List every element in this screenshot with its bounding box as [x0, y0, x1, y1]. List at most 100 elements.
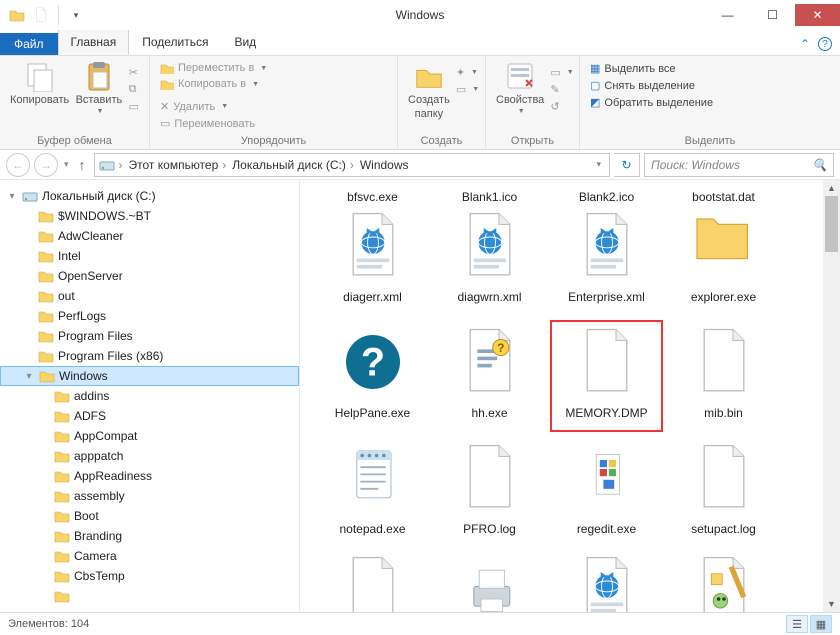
- tree-item[interactable]: AdwCleaner: [0, 226, 299, 246]
- recent-dropdown-icon[interactable]: ▾: [62, 159, 71, 170]
- tree-item[interactable]: Camera: [0, 546, 299, 566]
- file-item[interactable]: [548, 550, 665, 612]
- tree-item[interactable]: AppCompat: [0, 426, 299, 446]
- tree-item[interactable]: PerfLogs: [0, 306, 299, 326]
- delete-button[interactable]: ✕Удалить▼: [160, 98, 270, 115]
- file-item[interactable]: setupact.log: [665, 434, 782, 550]
- tree-item[interactable]: ADFS: [0, 406, 299, 426]
- tree-item[interactable]: OpenServer: [0, 266, 299, 286]
- maximize-button[interactable]: ☐: [750, 4, 795, 26]
- tree-item[interactable]: ▾Windows: [0, 366, 299, 386]
- forward-button[interactable]: →: [34, 153, 58, 177]
- copy-to-button[interactable]: Копировать в▼: [160, 76, 280, 92]
- file-item[interactable]: [314, 550, 431, 612]
- rename-label: Переименовать: [174, 118, 255, 130]
- select-none-button[interactable]: ▢Снять выделение: [590, 77, 713, 94]
- file-grid[interactable]: bfsvc.exeBlank1.icoBlank2.icobootstat.da…: [300, 180, 840, 612]
- tree-item[interactable]: apppatch: [0, 446, 299, 466]
- tree-item[interactable]: Boot: [0, 506, 299, 526]
- rename-button[interactable]: ▭Переименовать: [160, 115, 270, 132]
- file-item[interactable]: mib.bin: [665, 318, 782, 434]
- file-item[interactable]: diagerr.xml: [314, 202, 431, 318]
- close-button[interactable]: ✕: [795, 4, 840, 26]
- file-item[interactable]: notepad.exe: [314, 434, 431, 550]
- help-icon[interactable]: ?: [818, 37, 832, 51]
- move-to-button[interactable]: Переместить в▼: [160, 60, 280, 76]
- tree-item[interactable]: CbsTemp: [0, 566, 299, 586]
- back-button[interactable]: ←: [6, 153, 30, 177]
- tree-item[interactable]: addins: [0, 386, 299, 406]
- tab-home[interactable]: Главная: [58, 29, 130, 55]
- file-item[interactable]: Blank1.ico: [431, 182, 548, 202]
- crumb-label[interactable]: Windows: [360, 158, 409, 172]
- main-area: ▾Локальный диск (C:)$WINDOWS.~BTAdwClean…: [0, 180, 840, 612]
- window-title: Windows: [396, 8, 445, 22]
- expander-icon[interactable]: ▾: [23, 371, 35, 382]
- scroll-down-icon[interactable]: ▼: [823, 596, 840, 612]
- details-view-button[interactable]: ☰: [786, 615, 808, 633]
- tree-item[interactable]: Program Files: [0, 326, 299, 346]
- tree-item[interactable]: Branding: [0, 526, 299, 546]
- select-all-button[interactable]: ▦Выделить все: [590, 60, 713, 77]
- file-item[interactable]: diagwrn.xml: [431, 202, 548, 318]
- refresh-button[interactable]: ↻: [614, 153, 640, 177]
- new-item-icon[interactable]: ✦▼: [456, 64, 479, 81]
- file-item[interactable]: hh.exe: [431, 318, 548, 434]
- scrollbar[interactable]: ▲ ▼: [823, 180, 840, 612]
- tree-item[interactable]: ▾Локальный диск (C:): [0, 186, 299, 206]
- ribbon-help[interactable]: ⌃?: [792, 33, 840, 55]
- dropdown-icon[interactable]: ▾: [65, 4, 87, 26]
- open-icon[interactable]: ▭▼: [550, 64, 573, 81]
- invert-selection-button[interactable]: ◩Обратить выделение: [590, 94, 713, 111]
- paste-shortcut-icon[interactable]: ▭: [129, 98, 139, 115]
- file-item[interactable]: bfsvc.exe: [314, 182, 431, 202]
- tree-item[interactable]: Program Files (x86): [0, 346, 299, 366]
- edit-icon[interactable]: ✎: [550, 81, 573, 98]
- paste-button[interactable]: Вставить▼: [75, 60, 122, 115]
- icons-view-button[interactable]: ▦: [810, 615, 832, 633]
- breadcrumb-bar[interactable]: ›Этот компьютер ›Локальный диск (C:) ›Wi…: [94, 153, 610, 177]
- file-item[interactable]: Enterprise.xml: [548, 202, 665, 318]
- properties-button[interactable]: Свойства▼: [496, 60, 544, 115]
- chevron-down-icon: ▼: [94, 108, 103, 115]
- search-input[interactable]: Поиск: Windows 🔍: [644, 153, 834, 177]
- easy-access-icon[interactable]: ▭▼: [456, 81, 479, 98]
- folder-icon: [38, 289, 54, 303]
- tab-file[interactable]: Файл: [0, 33, 58, 55]
- tab-share[interactable]: Поделиться: [129, 29, 221, 55]
- tree-item[interactable]: assembly: [0, 486, 299, 506]
- file-item[interactable]: regedit.exe: [548, 434, 665, 550]
- tree-item[interactable]: out: [0, 286, 299, 306]
- new-folder-button[interactable]: Создатьпапку: [408, 60, 450, 120]
- crumb-label[interactable]: Этот компьютер: [129, 158, 219, 172]
- file-item[interactable]: bootstat.dat: [665, 182, 782, 202]
- folder-icon: [38, 209, 54, 223]
- cut-icon[interactable]: ✂: [129, 64, 139, 81]
- file-item[interactable]: MEMORY.DMP: [548, 318, 665, 434]
- folder-icon[interactable]: [6, 4, 28, 26]
- scroll-up-icon[interactable]: ▲: [823, 180, 840, 196]
- copy-path-icon[interactable]: ⧉: [129, 81, 139, 98]
- chevron-down-icon[interactable]: ▾: [592, 159, 605, 170]
- tree-item[interactable]: $WINDOWS.~BT: [0, 206, 299, 226]
- history-icon[interactable]: ↺: [550, 98, 573, 115]
- file-item[interactable]: PFRO.log: [431, 434, 548, 550]
- nav-tree[interactable]: ▾Локальный диск (C:)$WINDOWS.~BTAdwClean…: [0, 180, 300, 612]
- new-doc-icon[interactable]: [30, 4, 52, 26]
- tree-label: AppCompat: [74, 429, 137, 443]
- file-item[interactable]: Blank2.ico: [548, 182, 665, 202]
- up-button[interactable]: ↑: [75, 157, 90, 173]
- tab-view[interactable]: Вид: [221, 29, 269, 55]
- tree-item[interactable]: Intel: [0, 246, 299, 266]
- crumb-label[interactable]: Локальный диск (C:): [232, 158, 346, 172]
- tree-item[interactable]: [0, 586, 299, 606]
- file-item[interactable]: HelpPane.exe: [314, 318, 431, 434]
- scroll-thumb[interactable]: [825, 196, 838, 252]
- file-item[interactable]: [431, 550, 548, 612]
- file-item[interactable]: explorer.exe: [665, 202, 782, 318]
- expander-icon[interactable]: ▾: [6, 191, 18, 202]
- minimize-button[interactable]: —: [705, 4, 750, 26]
- file-item[interactable]: [665, 550, 782, 612]
- copy-button[interactable]: Копировать: [10, 60, 69, 106]
- tree-item[interactable]: AppReadiness: [0, 466, 299, 486]
